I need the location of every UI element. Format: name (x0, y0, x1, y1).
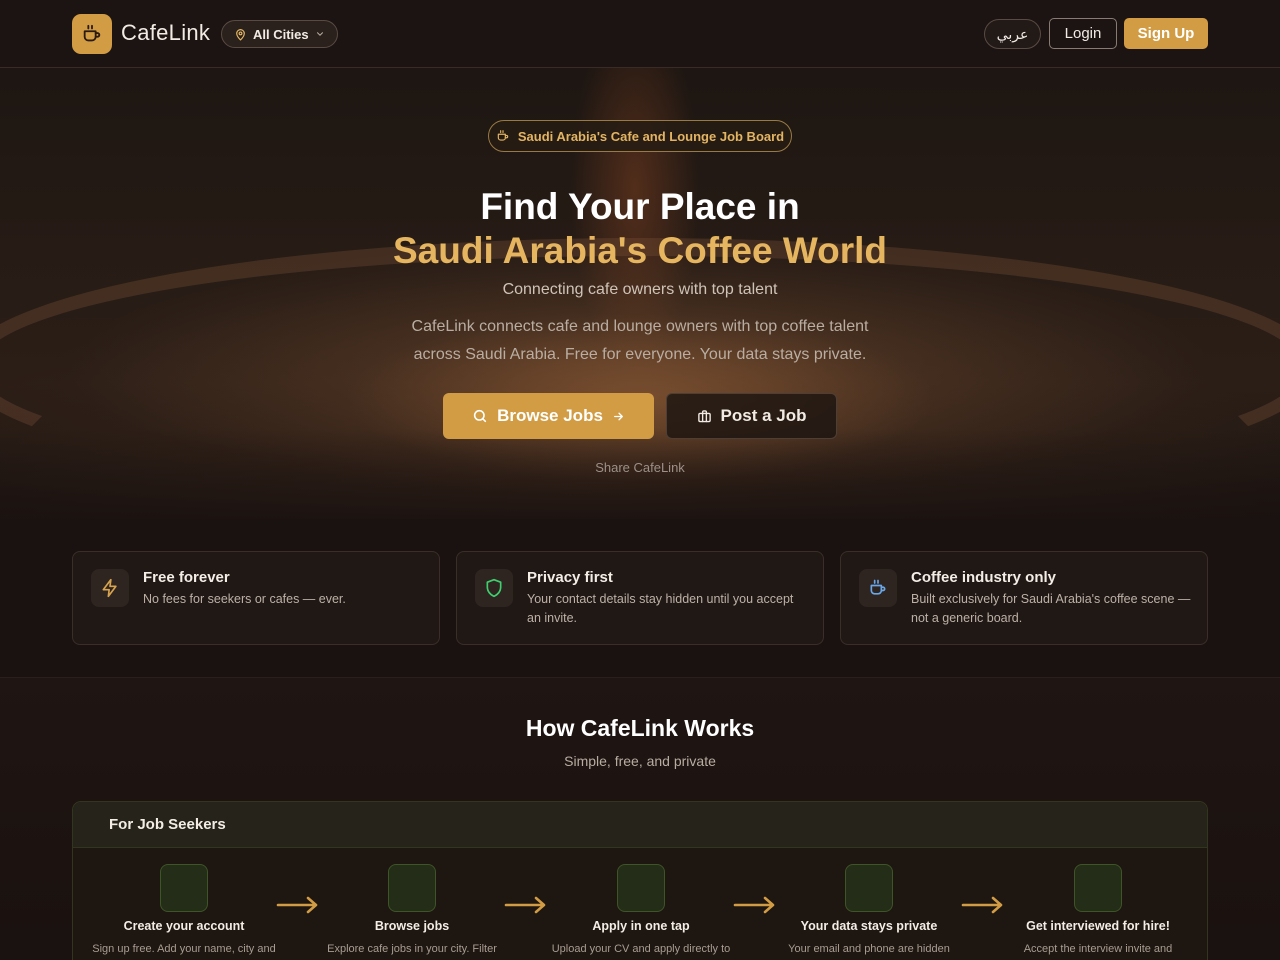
arrow-right-icon (961, 896, 1003, 914)
step-title: Apply in one tap (592, 919, 690, 933)
step-title: Browse jobs (374, 919, 450, 933)
step-browse-jobs: Browse jobs Explore cafe jobs in your ci… (317, 864, 507, 957)
hero-headline-line2: Saudi Arabia's Coffee World (393, 230, 887, 271)
hero-badge: Saudi Arabia's Cafe and Lounge Job Board (488, 120, 792, 152)
coffee-cup-icon (497, 130, 509, 141)
coffee-cup-icon (870, 579, 886, 595)
step-title: Get interviewed for hire! (1026, 919, 1170, 933)
share-link[interactable]: Share CafeLink (0, 460, 1280, 475)
step-description: Your email and phone are hidden (788, 943, 950, 955)
upload-icon (617, 864, 665, 912)
job-seekers-header: For Job Seekers (73, 802, 1207, 848)
arrow-right-icon (504, 896, 546, 914)
lightning-icon (102, 578, 117, 598)
step-description: Sign up free. Add your name, city and (92, 943, 276, 955)
step-description: Accept the interview invite and (1023, 943, 1173, 955)
job-seekers-panel: For Job Seekers Create your account Sign… (72, 801, 1208, 960)
step-description: Explore cafe jobs in your city. Filter (327, 943, 497, 955)
top-nav: CafeLink All Cities عربي Login Sign Up (0, 0, 1280, 68)
feature-card-privacy: Privacy first Your contact details stay … (456, 551, 824, 645)
feature-description: No fees for seekers or cafes — ever. (143, 592, 346, 606)
browse-jobs-button[interactable]: Browse Jobs (443, 393, 654, 439)
language-toggle[interactable]: عربي (984, 19, 1041, 49)
hero-description: CafeLink connects cafe and lounge owners… (411, 318, 869, 363)
how-it-works-title: How CafeLink Works (525, 715, 755, 741)
hero-headline-line1: Find Your Place in (480, 186, 800, 227)
search-icon (388, 864, 436, 912)
feature-description: Built exclusively for Saudi Arabia's cof… (911, 592, 1191, 625)
chevron-down-icon (316, 32, 323, 36)
step-get-interviewed: Get interviewed for hire! Accept the int… (1003, 864, 1193, 957)
hero-badge-label: Saudi Arabia's Cafe and Lounge Job Board (517, 128, 785, 144)
feature-title: Coffee industry only (911, 569, 1057, 586)
hero-section: Saudi Arabia's Cafe and Lounge Job Board… (0, 68, 1280, 519)
brand-name[interactable]: CafeLink (121, 20, 210, 46)
city-selector-label: All Cities (253, 26, 309, 42)
step-title: Your data stays private (800, 919, 938, 933)
signup-button[interactable]: Sign Up (1124, 18, 1208, 49)
feature-description: Your contact details stay hidden until y… (527, 592, 794, 625)
feature-title: Privacy first (527, 569, 613, 586)
lock-icon (845, 864, 893, 912)
post-job-label: Post a Job (720, 406, 807, 425)
search-icon (473, 409, 487, 423)
shield-icon (486, 578, 502, 598)
arrow-right-icon (733, 896, 775, 914)
handshake-icon (1074, 864, 1122, 912)
how-it-works-subtitle: Simple, free, and private (564, 753, 716, 769)
step-data-private: Your data stays private Your email and p… (774, 864, 964, 957)
feature-card-coffee: Coffee industry only Built exclusively f… (840, 551, 1208, 645)
coffee-cup-icon (83, 24, 101, 42)
arrow-right-icon (613, 412, 623, 420)
login-button[interactable]: Login (1049, 18, 1117, 49)
browse-jobs-label: Browse Jobs (497, 406, 603, 425)
user-plus-icon (160, 864, 208, 912)
post-job-button[interactable]: Post a Job (666, 393, 837, 439)
location-pin-icon (236, 28, 245, 41)
briefcase-icon (697, 409, 711, 422)
feature-title: Free forever (143, 569, 230, 586)
step-description: Upload your CV and apply directly to (551, 943, 731, 955)
hero-tagline: Connecting cafe owners with top talent (502, 281, 778, 298)
step-title: Create your account (123, 919, 245, 933)
step-apply: Apply in one tap Upload your CV and appl… (546, 864, 736, 957)
arrow-right-icon (276, 896, 318, 914)
city-selector[interactable]: All Cities (221, 20, 338, 48)
logo[interactable] (72, 14, 112, 54)
job-seekers-title: For Job Seekers (109, 816, 226, 833)
step-create-account: Create your account Sign up free. Add yo… (89, 864, 279, 957)
feature-card-free: Free forever No fees for seekers or cafe… (72, 551, 440, 645)
